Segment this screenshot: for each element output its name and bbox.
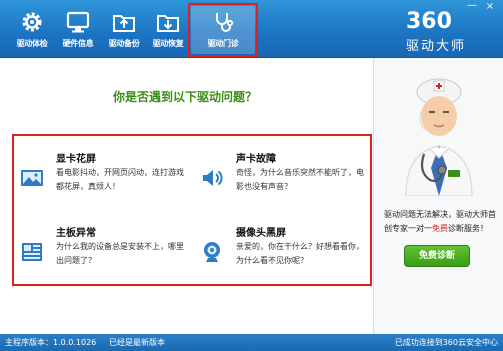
app-logo: 360 驱动大师 xyxy=(402,9,492,54)
close-button[interactable]: × xyxy=(483,2,497,12)
problem-title: 声卡故障 xyxy=(236,154,276,165)
nav-driver-backup[interactable]: 驱动备份 xyxy=(102,6,146,54)
problem-item-sound[interactable]: 声卡故障 奇怪，为什么音乐突然不能听了，电影也没有声音？ xyxy=(200,150,370,206)
problem-description: 奇怪，为什么音乐突然不能听了，电影也没有声音？ xyxy=(236,168,364,191)
problem-list: 显卡花屏 看电影抖动，开网页闪动，连打游戏都花屏，真烦人！ 声卡故障 奇怪，为什… xyxy=(12,134,372,286)
nav-driver-check[interactable]: 驱动体检 xyxy=(10,6,54,54)
nav-hardware-info[interactable]: 硬件信息 xyxy=(56,6,100,54)
backup-folder-icon xyxy=(113,15,135,32)
monitor-icon xyxy=(66,11,90,33)
problem-title: 显卡花屏 xyxy=(56,154,96,165)
problem-item-webcam[interactable]: 摄像头黑屏 亲爱的，你在干什么？好想看看你，为什么看不见你呢？ xyxy=(200,224,370,280)
nav-label: 硬件信息 xyxy=(62,39,94,48)
problem-item-motherboard[interactable]: 主板异常 为什么我的设备总是安装不上，哪里出问题了？ xyxy=(20,224,190,280)
question-heading: 你是否遇到以下驱动问题？ xyxy=(112,90,257,104)
picture-icon xyxy=(21,170,43,186)
active-tab-highlight xyxy=(188,3,258,57)
problem-description: 为什么我的设备总是安装不上，哪里出问题了？ xyxy=(56,242,184,265)
nav-label: 驱动备份 xyxy=(108,39,140,48)
problem-item-graphics[interactable]: 显卡花屏 看电影抖动，开网页闪动，连打游戏都花屏，真烦人！ xyxy=(20,150,190,206)
status-bar: 主程序版本：1.0.0.1026 已经是最新版本 已成功连接到360云安全中心 xyxy=(0,334,503,351)
problem-description: 看电影抖动，开网页闪动，连打游戏都花屏，真烦人！ xyxy=(56,168,184,191)
problem-title: 摄像头黑屏 xyxy=(236,228,286,239)
motherboard-icon xyxy=(22,243,42,261)
webcam-icon xyxy=(204,242,220,262)
problem-title: 主板异常 xyxy=(56,228,96,239)
restore-folder-icon xyxy=(157,15,179,32)
version-info: 主程序版本：1.0.0.1026 已经是最新版本 xyxy=(5,334,165,351)
doctor-illustration xyxy=(405,78,473,196)
top-toolbar: 驱动体检 硬件信息 驱动备份 驱动恢复 驱动门诊 360 驱动大师 — × xyxy=(0,0,503,58)
version-state-text: 已经是最新版本 xyxy=(108,338,165,347)
minimize-button[interactable]: — xyxy=(465,1,479,12)
logo-number: 360 xyxy=(406,9,452,34)
nav-label: 驱动体检 xyxy=(16,39,48,48)
expert-panel: 驱动问题无法解决，驱动大师首创专家一对一免费诊断服务！ 免费诊断 xyxy=(374,58,503,334)
gear-icon xyxy=(22,12,42,32)
logo-text: 驱动大师 xyxy=(406,39,467,54)
version-text: 主程序版本：1.0.0.1026 xyxy=(5,338,97,347)
nav-driver-restore[interactable]: 驱动恢复 xyxy=(146,6,190,54)
nav-label: 驱动恢复 xyxy=(152,39,184,48)
expert-text-free: 免费 xyxy=(432,224,448,233)
speaker-icon xyxy=(203,170,223,186)
problem-description: 亲爱的，你在干什么？好想看看你，为什么看不见你呢？ xyxy=(236,242,364,265)
main-panel: 你是否遇到以下驱动问题？ 显卡花屏 看电影抖动，开网页闪动，连打游戏都花屏，真烦… xyxy=(0,58,503,334)
expert-text-after: 诊断服务！ xyxy=(448,224,488,233)
connection-status: 已成功连接到360云安全中心 xyxy=(394,338,498,347)
free-diagnosis-button[interactable]: 免费诊断 xyxy=(404,245,470,267)
expert-service-text: 驱动问题无法解决，驱动大师首创专家一对一免费诊断服务！ xyxy=(384,208,499,236)
